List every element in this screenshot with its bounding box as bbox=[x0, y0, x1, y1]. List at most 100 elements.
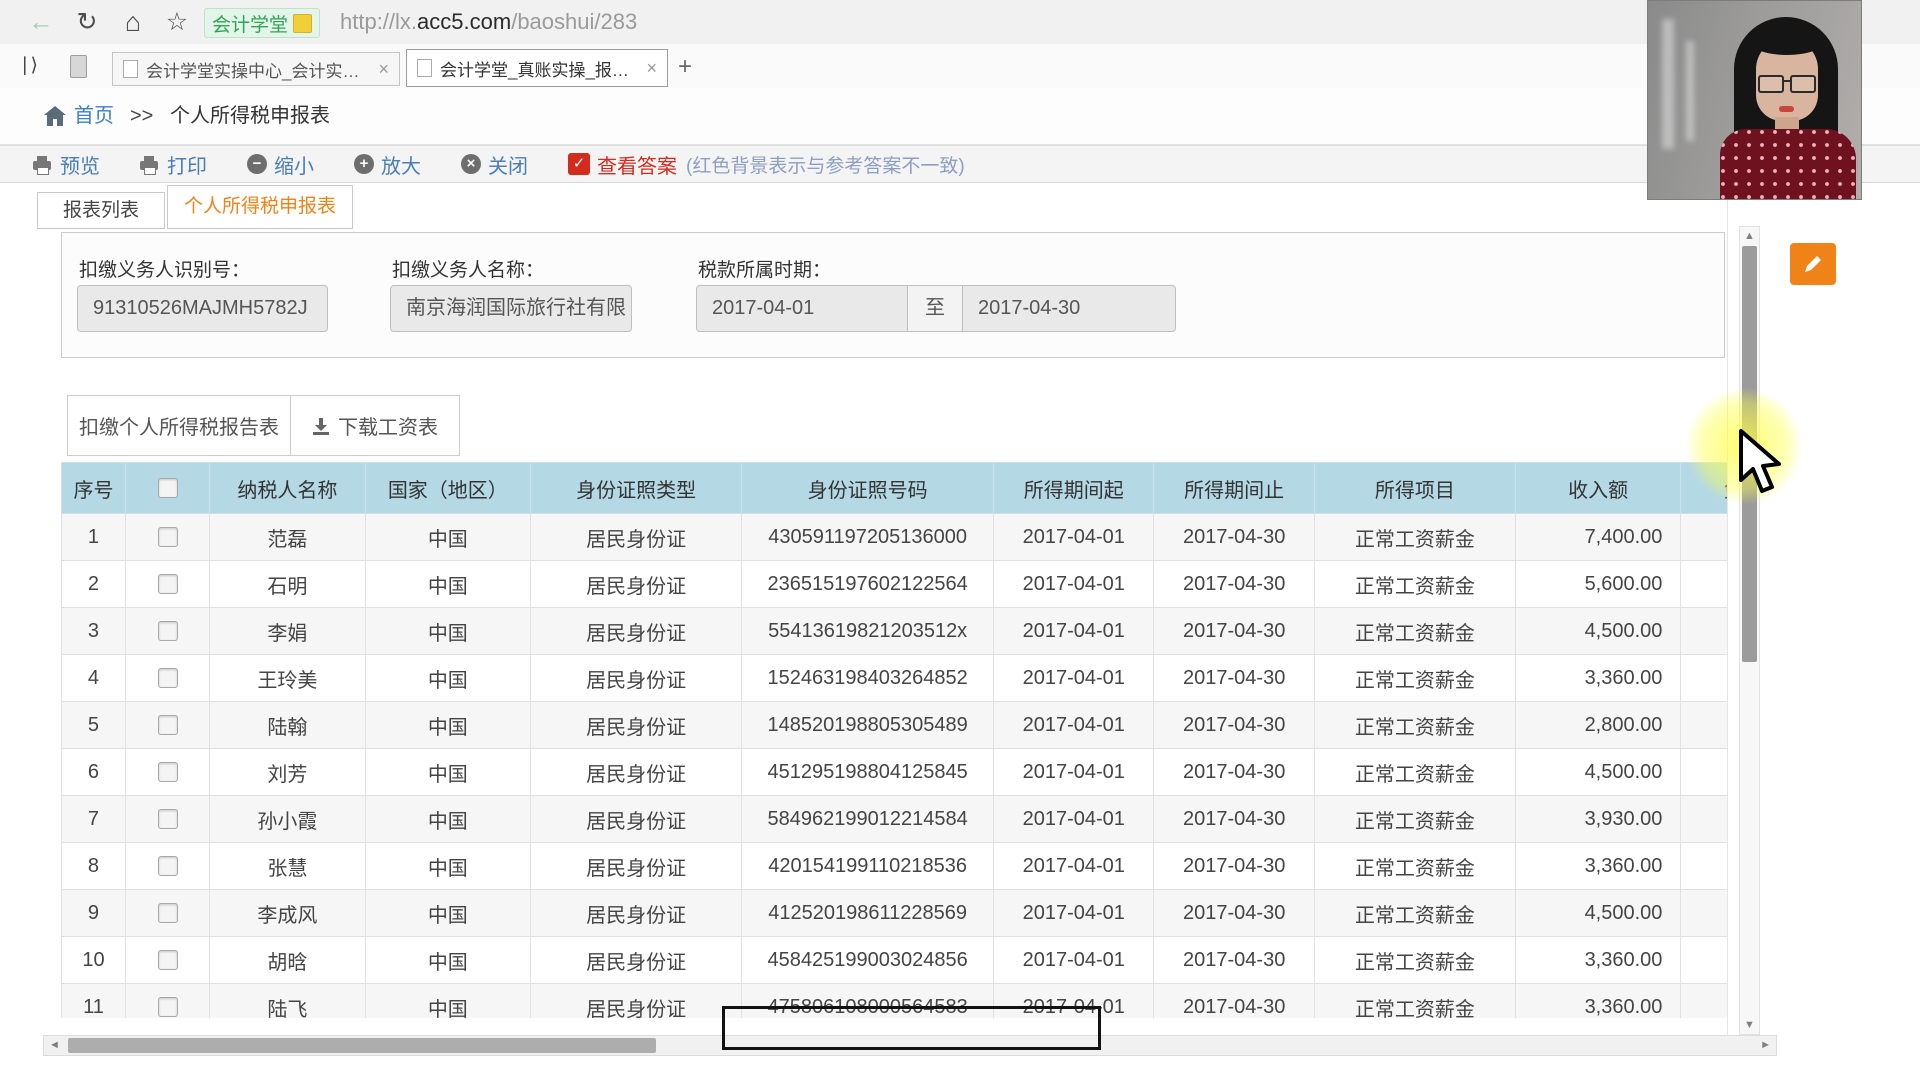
cell-name: 胡晗 bbox=[209, 936, 366, 984]
cell-id_no: 236515197602122564 bbox=[741, 560, 995, 608]
webcam-video bbox=[1647, 0, 1862, 200]
edit-pencil-button[interactable] bbox=[1790, 243, 1836, 285]
print-button[interactable]: 打印 bbox=[140, 150, 207, 179]
row-checkbox[interactable] bbox=[157, 668, 178, 689]
row-checkbox[interactable] bbox=[157, 903, 178, 924]
period-start-field[interactable]: 2017-04-01 bbox=[696, 285, 908, 332]
cell-check bbox=[124, 748, 211, 796]
row-checkbox[interactable] bbox=[157, 621, 178, 642]
cell-name: 刘芳 bbox=[209, 748, 366, 796]
vertical-scrollbar[interactable]: ▲ ▼ bbox=[1739, 226, 1760, 1035]
cell-check bbox=[124, 654, 211, 702]
table-row: 1 范磊 中国 居民身份证 430591197205136000 2017-04-01 20… bbox=[61, 513, 1728, 561]
tax-declaration-table: 序号 纳税人名称 国家（地区） 身份证照类型 身份证照号码 所得期间起 所得期间止 所得项目收… bbox=[61, 462, 1728, 1018]
row-checkbox[interactable] bbox=[157, 574, 178, 595]
row-checkbox[interactable] bbox=[157, 809, 178, 830]
breadcrumb-separator: >> bbox=[130, 105, 154, 127]
row-checkbox[interactable] bbox=[157, 997, 178, 1018]
horizontal-scroll-thumb[interactable] bbox=[68, 1038, 656, 1053]
presenter-lips bbox=[1779, 106, 1794, 112]
period-to-addon: 至 bbox=[907, 285, 963, 332]
scroll-right-icon[interactable]: ► bbox=[1760, 1037, 1771, 1054]
zoom-out-button[interactable]: − 缩小 bbox=[247, 150, 314, 179]
zoom-in-button[interactable]: + 放大 bbox=[354, 150, 421, 179]
scroll-left-icon[interactable]: ◄ bbox=[49, 1037, 60, 1054]
cell-exempt: 0 bbox=[1680, 560, 1728, 608]
tab-report-list[interactable]: 报表列表 bbox=[37, 192, 165, 229]
view-answer-checkbox[interactable]: ✓ 查看答案 (红色背景表示与参考答案不一致) bbox=[568, 150, 965, 179]
row-checkbox[interactable] bbox=[157, 715, 178, 736]
refresh-icon[interactable]: ↻ bbox=[70, 5, 104, 39]
withholding-report-tab-button[interactable]: 扣缴个人所得税报告表 bbox=[67, 395, 291, 456]
withholder-name-label: 扣缴义务人名称： bbox=[392, 260, 545, 281]
back-icon[interactable]: ← bbox=[24, 5, 58, 39]
preview-button[interactable]: 预览 bbox=[33, 150, 100, 179]
cell-exempt: 0 bbox=[1680, 842, 1728, 890]
tab-personal-income-tax[interactable]: 个人所得税申报表 bbox=[167, 185, 353, 229]
site-badge[interactable]: 会计学堂 bbox=[204, 8, 321, 38]
glasses-bridge bbox=[1782, 80, 1790, 82]
table-row: 8 张慧 中国 居民身份证 420154199110218536 2017-04-01 20… bbox=[61, 842, 1728, 890]
select-all-checkbox[interactable] bbox=[157, 478, 178, 499]
cell-id_no: 55413619821203512x bbox=[741, 607, 995, 655]
row-checkbox[interactable] bbox=[157, 950, 178, 971]
browser-tab-1[interactable]: 会计学堂实操中心_会计实操_会 × bbox=[112, 52, 400, 86]
tab-title: 会计学堂_真账实操_报税系统 bbox=[440, 60, 638, 80]
cell-income: 4,500.00 bbox=[1514, 607, 1682, 655]
cell-start: 2017-04-01 bbox=[993, 654, 1155, 702]
red-checkbox-icon[interactable]: ✓ bbox=[568, 153, 590, 175]
cell-item: 正常工资薪金 bbox=[1313, 748, 1516, 796]
cell-id_type: 居民身份证 bbox=[530, 560, 743, 608]
cell-start: 2017-04-01 bbox=[993, 607, 1155, 655]
row-checkbox[interactable] bbox=[157, 527, 178, 548]
download-salary-button[interactable]: 下载工资表 bbox=[290, 395, 460, 456]
cell-start: 2017-04-01 bbox=[993, 560, 1155, 608]
cell-start: 2017-04-01 bbox=[993, 748, 1155, 796]
tab-close-icon[interactable]: × bbox=[646, 58, 657, 79]
page-icon bbox=[417, 59, 432, 77]
cell-check bbox=[124, 513, 211, 561]
table-row: 6 刘芳 中国 居民身份证 451295198804125845 2017-04-01 20… bbox=[61, 748, 1728, 796]
table-row: 7 孙小霞 中国 居民身份证 584962199012214584 2017-04-01 2… bbox=[61, 795, 1728, 843]
cell-end: 2017-04-30 bbox=[1153, 889, 1315, 937]
cell-exempt: 0 bbox=[1680, 701, 1728, 749]
cell-check bbox=[124, 607, 211, 655]
cell-income: 3,360.00 bbox=[1514, 936, 1682, 984]
cell-item: 正常工资薪金 bbox=[1313, 842, 1516, 890]
cell-id_no: 152463198403264852 bbox=[741, 654, 995, 702]
close-circle-icon: × bbox=[461, 154, 481, 174]
col-header-seq: 序号 bbox=[61, 462, 126, 514]
cell-item: 正常工资薪金 bbox=[1313, 701, 1516, 749]
cell-end: 2017-04-30 bbox=[1153, 748, 1315, 796]
sidebar-toggle-icon[interactable]: ∣⟩ bbox=[20, 54, 39, 77]
cell-check bbox=[124, 795, 211, 843]
breadcrumb-home-link[interactable]: 首页 bbox=[74, 88, 114, 144]
scroll-down-icon[interactable]: ▼ bbox=[1740, 1019, 1759, 1031]
tab-close-icon[interactable]: × bbox=[378, 59, 389, 80]
withholder-id-field[interactable]: 91310526MAJMH5782J bbox=[77, 285, 328, 332]
url-host: acc5.com bbox=[417, 9, 512, 34]
table-body: 1 范磊 中国 居民身份证 430591197205136000 2017-04-01 20… bbox=[61, 513, 1728, 1018]
browser-tab-2-active[interactable]: 会计学堂_真账实操_报税系统 × bbox=[406, 49, 668, 87]
address-bar[interactable]: http://lx.acc5.com/baoshui/283 bbox=[340, 6, 637, 38]
row-checkbox[interactable] bbox=[157, 856, 178, 877]
scroll-up-icon[interactable]: ▲ bbox=[1740, 230, 1759, 242]
cell-country: 中国 bbox=[364, 701, 532, 749]
col-header-id_type: 身份证照类型 bbox=[530, 462, 743, 514]
close-button[interactable]: × 关闭 bbox=[461, 150, 528, 179]
cell-item: 正常工资薪金 bbox=[1313, 795, 1516, 843]
new-tab-button[interactable]: + bbox=[678, 52, 692, 82]
home-icon[interactable]: ⌂ bbox=[116, 5, 150, 39]
cell-item: 正常工资薪金 bbox=[1313, 983, 1516, 1018]
cell-item: 正常工资薪金 bbox=[1313, 889, 1516, 937]
bookmark-star-icon[interactable]: ☆ bbox=[160, 5, 194, 39]
device-icon[interactable] bbox=[70, 55, 87, 78]
row-checkbox[interactable] bbox=[157, 762, 178, 783]
withholder-name-field[interactable]: 南京海润国际旅行社有限 bbox=[390, 285, 632, 332]
col-header-check bbox=[124, 462, 211, 514]
table-head: 序号 纳税人名称 国家（地区） 身份证照类型 身份证照号码 所得期间起 所得期间止 所得项目收… bbox=[61, 462, 1728, 514]
period-end-field[interactable]: 2017-04-30 bbox=[962, 285, 1176, 332]
pencil-icon bbox=[1805, 256, 1821, 272]
answer-note: (红色背景表示与参考答案不一致) bbox=[686, 155, 965, 177]
cell-end: 2017-04-30 bbox=[1153, 936, 1315, 984]
